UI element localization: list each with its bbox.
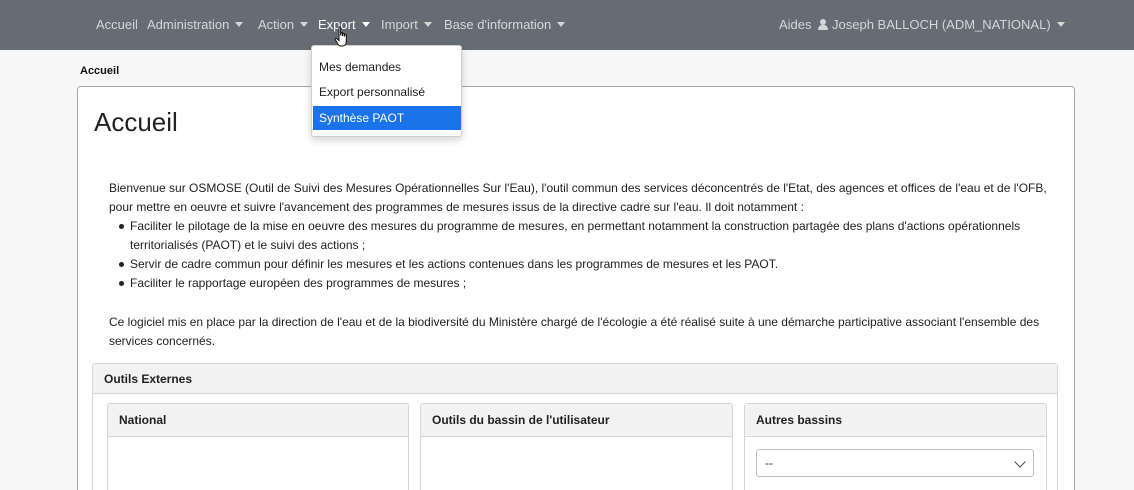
nav-user-label: Joseph BALLOCH (ADM_NATIONAL) xyxy=(832,17,1051,32)
caret-down-icon xyxy=(423,22,432,28)
nav-user-menu[interactable]: Joseph BALLOCH (ADM_NATIONAL) xyxy=(818,0,1065,50)
nav-accueil[interactable]: Accueil xyxy=(96,0,138,50)
other-basins-select[interactable]: -- xyxy=(756,449,1034,477)
list-item: Faciliter le rapportage européen des pro… xyxy=(109,274,1064,293)
menu-item-mes-demandes[interactable]: Mes demandes xyxy=(313,55,461,79)
user-basin-title: Outils du bassin de l'utilisateur xyxy=(421,404,732,437)
external-tools-title: Outils Externes xyxy=(93,364,1057,394)
national-panel: National xyxy=(107,403,409,490)
user-basin-panel: Outils du bassin de l'utilisateur xyxy=(420,403,733,490)
caret-down-icon xyxy=(300,22,309,28)
nav-import[interactable]: Import xyxy=(381,0,432,50)
main-card: Accueil Bienvenue sur OSMOSE (Outil de S… xyxy=(77,86,1075,490)
nav-accueil-label: Accueil xyxy=(96,17,138,32)
caret-down-icon xyxy=(235,22,244,28)
breadcrumb-current: Accueil xyxy=(80,65,120,77)
external-tools-panel: Outils Externes National Outils du bassi… xyxy=(92,363,1058,490)
caret-down-icon xyxy=(1056,22,1065,28)
menu-item-export-personnalise[interactable]: Export personnalisé xyxy=(313,80,461,104)
nav-import-label: Import xyxy=(381,17,418,32)
nav-administration-label: Administration xyxy=(147,17,230,32)
nav-aides[interactable]: Aides xyxy=(779,0,812,50)
intro-text: Bienvenue sur OSMOSE (Outil de Suivi des… xyxy=(109,181,1047,214)
top-navbar: Accueil Administration Action Export Imp… xyxy=(0,0,1134,50)
breadcrumb: Accueil xyxy=(80,65,119,77)
national-title: National xyxy=(108,404,408,437)
list-item: Servir de cadre commun pour définir les … xyxy=(109,255,1064,274)
hand-pointer-cursor-icon xyxy=(334,26,347,47)
nav-aides-label: Aides xyxy=(779,17,812,32)
nav-administration[interactable]: Administration xyxy=(147,0,244,50)
other-basins-title: Autres bassins xyxy=(745,404,1046,437)
outro-text: Ce logiciel mis en place par la directio… xyxy=(109,315,1040,348)
other-basins-selected-value: -- xyxy=(765,456,773,470)
nav-base-information[interactable]: Base d'information xyxy=(444,0,566,50)
nav-base-information-label: Base d'information xyxy=(444,17,552,32)
caret-down-icon xyxy=(361,22,370,28)
other-basins-panel: Autres bassins -- xyxy=(744,403,1047,490)
user-icon xyxy=(818,18,828,30)
nav-action-label: Action xyxy=(258,17,295,32)
menu-item-synthese-paot[interactable]: Synthèse PAOT xyxy=(313,106,461,130)
export-dropdown-menu: Mes demandes Export personnalisé Synthès… xyxy=(311,45,462,137)
objectives-list: Faciliter le pilotage de la mise en oeuv… xyxy=(109,217,1064,293)
list-item: Faciliter le pilotage de la mise en oeuv… xyxy=(109,217,1064,255)
nav-action[interactable]: Action xyxy=(258,0,309,50)
page-title: Accueil xyxy=(94,107,178,137)
caret-down-icon xyxy=(557,22,566,28)
chevron-down-icon xyxy=(1014,456,1026,468)
